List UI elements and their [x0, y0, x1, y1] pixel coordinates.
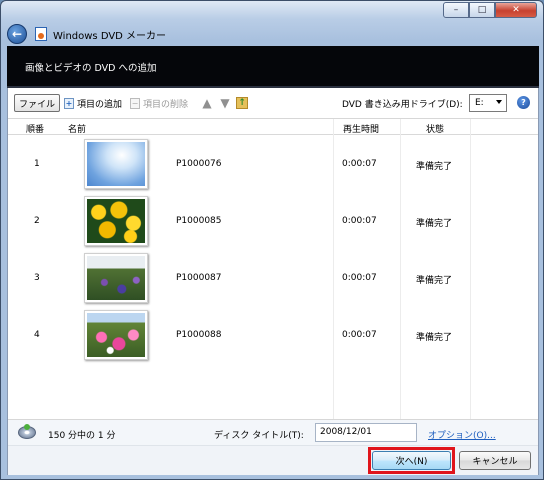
navigation-bar: ← Windows DVD メーカー	[7, 23, 166, 45]
item-name: P1000076	[176, 159, 222, 169]
minimize-button[interactable]: –	[443, 2, 469, 18]
column-header-order[interactable]: 順番	[26, 122, 44, 135]
thumbnail-garden	[84, 253, 148, 303]
chevron-down-icon	[496, 100, 502, 104]
app-title: Windows DVD メーカー	[53, 30, 167, 42]
next-button[interactable]: 次へ(N)	[372, 451, 451, 470]
move-up-icon[interactable]: ▲	[200, 96, 214, 110]
back-arrow-icon: ←	[11, 27, 23, 41]
column-header-status[interactable]: 状態	[426, 122, 444, 135]
add-items-label: 項目の追加	[77, 99, 123, 110]
item-duration: 0:00:07	[342, 330, 377, 340]
minimize-icon: –	[453, 5, 459, 15]
disc-title-input[interactable]: 2008/12/01	[315, 423, 417, 442]
title-bar: – □ ✕	[1, 1, 543, 23]
item-name: P1000085	[176, 216, 222, 226]
list-item[interactable]: 4 P1000088 0:00:07 準備完了	[8, 306, 538, 363]
delete-items-icon: −	[130, 97, 141, 109]
column-header-duration[interactable]: 再生時間	[343, 122, 379, 135]
item-name: P1000087	[176, 273, 222, 283]
item-order: 2	[34, 216, 40, 226]
toolbar: ファイル + 項目の追加 − 項目の削除 ▲ ▼ ↑ DVD 書き込み用ドライブ…	[8, 88, 538, 118]
list-item[interactable]: 3 P1000087 0:00:07 準備完了	[8, 249, 538, 306]
drive-select-value: E:	[475, 98, 484, 108]
page-title: 画像とビデオの DVD への追加	[25, 63, 157, 74]
list-item[interactable]: 2 P1000085 0:00:07 準備完了	[8, 192, 538, 249]
item-status: 準備完了	[416, 276, 453, 286]
folder-up-icon[interactable]: ↑	[236, 97, 249, 109]
list-item[interactable]: 1 P1000076 0:00:07 準備完了	[8, 135, 538, 192]
window-controls: – □ ✕	[443, 2, 537, 18]
column-header-name[interactable]: 名前	[68, 122, 86, 135]
maximize-icon: □	[477, 5, 487, 15]
items-list: 順番 名前 再生時間 状態 1 P1000076 0:00:07 準備完了 2 …	[8, 118, 538, 419]
options-link[interactable]: オプション(O)...	[428, 428, 496, 441]
cancel-button[interactable]: キャンセル	[459, 451, 531, 470]
item-duration: 0:00:07	[342, 273, 377, 283]
item-name: P1000088	[176, 330, 222, 340]
delete-items-label: 項目の削除	[143, 99, 189, 110]
main-content: ファイル + 項目の追加 − 項目の削除 ▲ ▼ ↑ DVD 書き込み用ドライブ…	[7, 88, 539, 475]
button-bar: 次へ(N) キャンセル	[8, 445, 538, 475]
disc-usage-indicator	[24, 424, 30, 430]
close-button[interactable]: ✕	[495, 2, 537, 18]
item-status: 準備完了	[416, 162, 453, 172]
item-duration: 0:00:07	[342, 216, 377, 226]
disc-title-label: ディスク タイトル(T):	[214, 431, 304, 441]
page-banner: 画像とビデオの DVD への追加	[7, 46, 539, 88]
thumbnail-pink-flowers	[84, 310, 148, 360]
thumbnail-yellow-flowers	[84, 196, 148, 246]
help-icon[interactable]: ?	[517, 96, 530, 109]
drive-label: DVD 書き込み用ドライブ(D):	[342, 100, 463, 110]
item-order: 1	[34, 159, 40, 169]
item-order: 3	[34, 273, 40, 283]
delete-items-button[interactable]: − 項目の削除	[130, 97, 188, 110]
app-window: – □ ✕ ← Windows DVD メーカー 画像とビデオの DVD への追…	[0, 0, 544, 480]
add-items-button[interactable]: + 項目の追加	[64, 97, 122, 110]
capacity-text: 150 分中の 1 分	[48, 431, 116, 441]
drive-select[interactable]: E:	[469, 94, 507, 112]
item-order: 4	[34, 330, 40, 340]
move-down-icon[interactable]: ▼	[218, 96, 232, 110]
dvd-maker-icon	[35, 27, 47, 41]
item-status: 準備完了	[416, 219, 453, 229]
close-icon: ✕	[512, 5, 520, 15]
status-bar: 150 分中の 1 分 ディスク タイトル(T): 2008/12/01 オプシ…	[8, 419, 538, 445]
list-header: 順番 名前 再生時間 状態	[8, 119, 538, 135]
add-items-icon: +	[64, 97, 75, 109]
item-status: 準備完了	[416, 333, 453, 343]
maximize-button[interactable]: □	[469, 2, 495, 18]
file-menu-button[interactable]: ファイル	[14, 94, 61, 112]
item-duration: 0:00:07	[342, 159, 377, 169]
back-button[interactable]: ←	[7, 24, 27, 44]
thumbnail-sky	[84, 139, 148, 189]
